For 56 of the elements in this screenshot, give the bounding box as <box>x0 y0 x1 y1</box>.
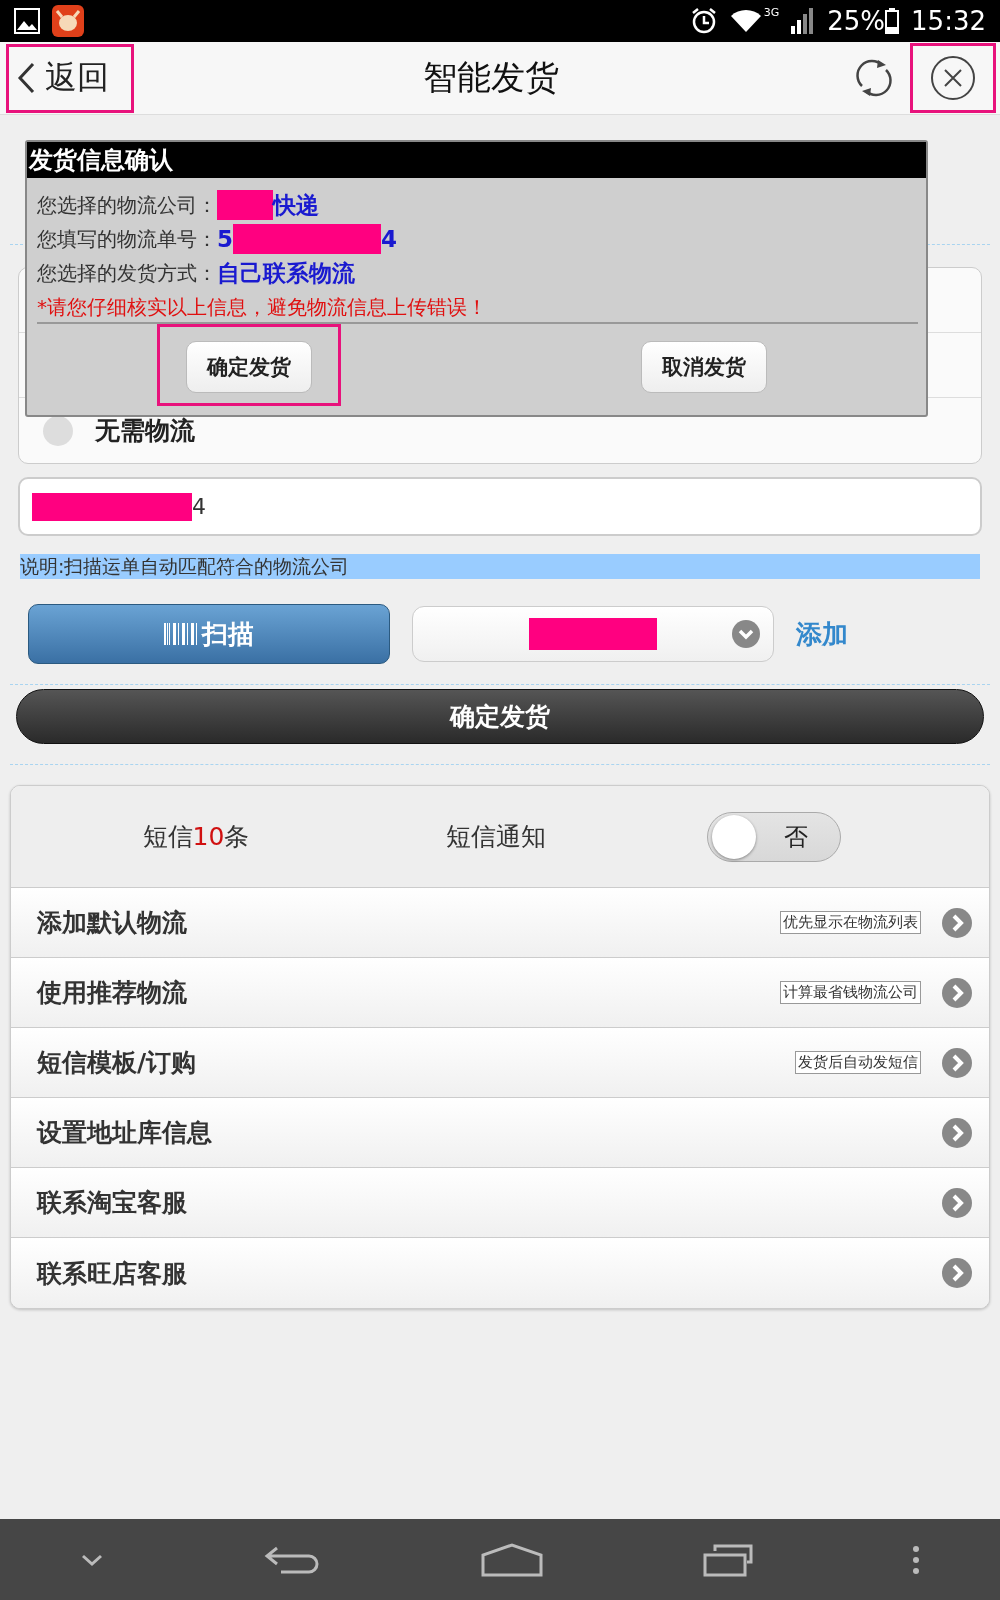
sms-toggle[interactable]: 否 <box>707 811 841 862</box>
battery-percent: 25% <box>827 6 886 36</box>
info-value: 5 <box>217 226 233 252</box>
hint-tag: 优先显示在物流列表 <box>780 911 921 934</box>
chevron-right-icon <box>941 1116 973 1149</box>
menu-item[interactable]: 联系旺店客服 <box>11 1238 989 1308</box>
tracking-number-field[interactable]: 4 <box>18 477 982 536</box>
info-label: 您选择的发货方式： <box>37 259 217 287</box>
page-title: 智能发货 <box>423 56 559 99</box>
close-icon <box>930 55 976 101</box>
info-value: 4 <box>381 226 398 252</box>
clock-time: 15:32 <box>911 6 986 36</box>
redaction-mark <box>217 190 273 220</box>
carrier-select[interactable] <box>412 606 774 662</box>
dropdown-icon <box>731 619 761 649</box>
hint-tag: 发货后自动发短信 <box>795 1051 921 1074</box>
app-icon <box>52 5 84 37</box>
menu-item[interactable]: 设置地址库信息 <box>11 1098 989 1168</box>
recent-apps-icon[interactable] <box>702 1542 753 1577</box>
menu-item[interactable]: 短信模板/订购 发货后自动发短信 <box>11 1028 989 1098</box>
info-label: 您选择的物流公司： <box>37 191 217 219</box>
chevron-right-icon <box>941 1046 973 1079</box>
note-text: 说明:扫描运单自动匹配符合的物流公司 <box>20 554 980 579</box>
dialog-button[interactable]: 取消发货 <box>641 341 767 393</box>
radio-button[interactable] <box>43 415 73 446</box>
scan-button[interactable]: 扫描 <box>28 604 390 664</box>
signal-icon <box>791 8 816 34</box>
info-value: 快递 <box>273 190 319 220</box>
home-icon[interactable] <box>481 1542 543 1577</box>
barcode-icon <box>164 623 198 645</box>
chevron-right-icon <box>941 1257 973 1289</box>
close-button[interactable] <box>910 43 996 113</box>
warning-text: *请您仔细核实以上信息，避免物流信息上传错误！ <box>37 290 918 324</box>
menu-item[interactable]: 使用推荐物流 计算最省钱物流公司 <box>11 958 989 1028</box>
menu-item[interactable]: 添加默认物流 优先显示在物流列表 <box>11 888 989 958</box>
chevron-right-icon <box>941 976 973 1009</box>
image-icon <box>14 8 40 34</box>
info-label: 您填写的物流单号： <box>37 225 217 253</box>
sms-count: 短信10条 <box>142 821 250 853</box>
chevron-left-icon <box>17 62 35 94</box>
confirm-ship-button[interactable]: 确定发货 <box>16 689 984 744</box>
network-type: 3G <box>763 6 780 19</box>
option-label: 无需物流 <box>95 415 195 447</box>
hint-tag: 计算最省钱物流公司 <box>780 981 921 1004</box>
dialog-button[interactable]: 确定发货 <box>186 341 312 393</box>
sms-notify-label: 短信通知 <box>446 821 546 853</box>
chevron-right-icon <box>941 1186 973 1219</box>
chevron-down-icon[interactable] <box>79 1552 104 1567</box>
menu-item[interactable]: 联系淘宝客服 <box>11 1168 989 1238</box>
wifi-icon <box>729 8 762 34</box>
chevron-right-icon <box>941 906 973 939</box>
back-button[interactable]: 返回 <box>6 43 134 113</box>
menu-icon[interactable] <box>912 1544 921 1575</box>
info-value: 自己联系物流 <box>217 258 355 288</box>
dialog-title: 发货信息确认 <box>27 142 926 178</box>
battery-icon <box>885 8 900 34</box>
